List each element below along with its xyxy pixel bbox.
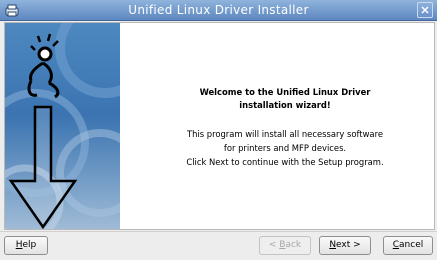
back-label: ack — [285, 240, 302, 250]
help-button[interactable]: Help — [4, 236, 48, 255]
welcome-heading-line1: Welcome to the Unified Linux Driver — [199, 87, 371, 97]
title-bar[interactable]: Unified Linux Driver Installer — [0, 0, 437, 21]
next-label: ext > — [336, 240, 361, 250]
description-line3: Click Next to continue with the Setup pr… — [186, 157, 384, 167]
cancel-label: ancel — [399, 240, 424, 250]
close-icon — [421, 6, 429, 14]
help-label: elp — [22, 240, 37, 250]
cancel-button[interactable]: Cancel — [383, 236, 433, 255]
description-line1: This program will install all necessary … — [187, 129, 383, 139]
description-line2: for printers and MFP devices. — [223, 143, 347, 153]
wizard-page: Welcome to the Unified Linux Driver inst… — [4, 22, 435, 230]
close-button[interactable] — [417, 2, 433, 18]
next-button[interactable]: Next > — [319, 236, 371, 255]
window-title: Unified Linux Driver Installer — [128, 3, 309, 17]
back-button[interactable]: < Back — [259, 236, 311, 255]
button-separator — [0, 231, 437, 232]
welcome-heading-line2: installation wizard! — [239, 100, 331, 110]
mascot-figure — [27, 33, 60, 99]
back-prefix: < — [268, 240, 280, 250]
description-text: This program will install all necessary … — [145, 127, 425, 169]
welcome-heading: Welcome to the Unified Linux Driver inst… — [145, 86, 425, 112]
help-mnemonic: H — [15, 240, 23, 250]
side-banner-image — [5, 23, 120, 229]
